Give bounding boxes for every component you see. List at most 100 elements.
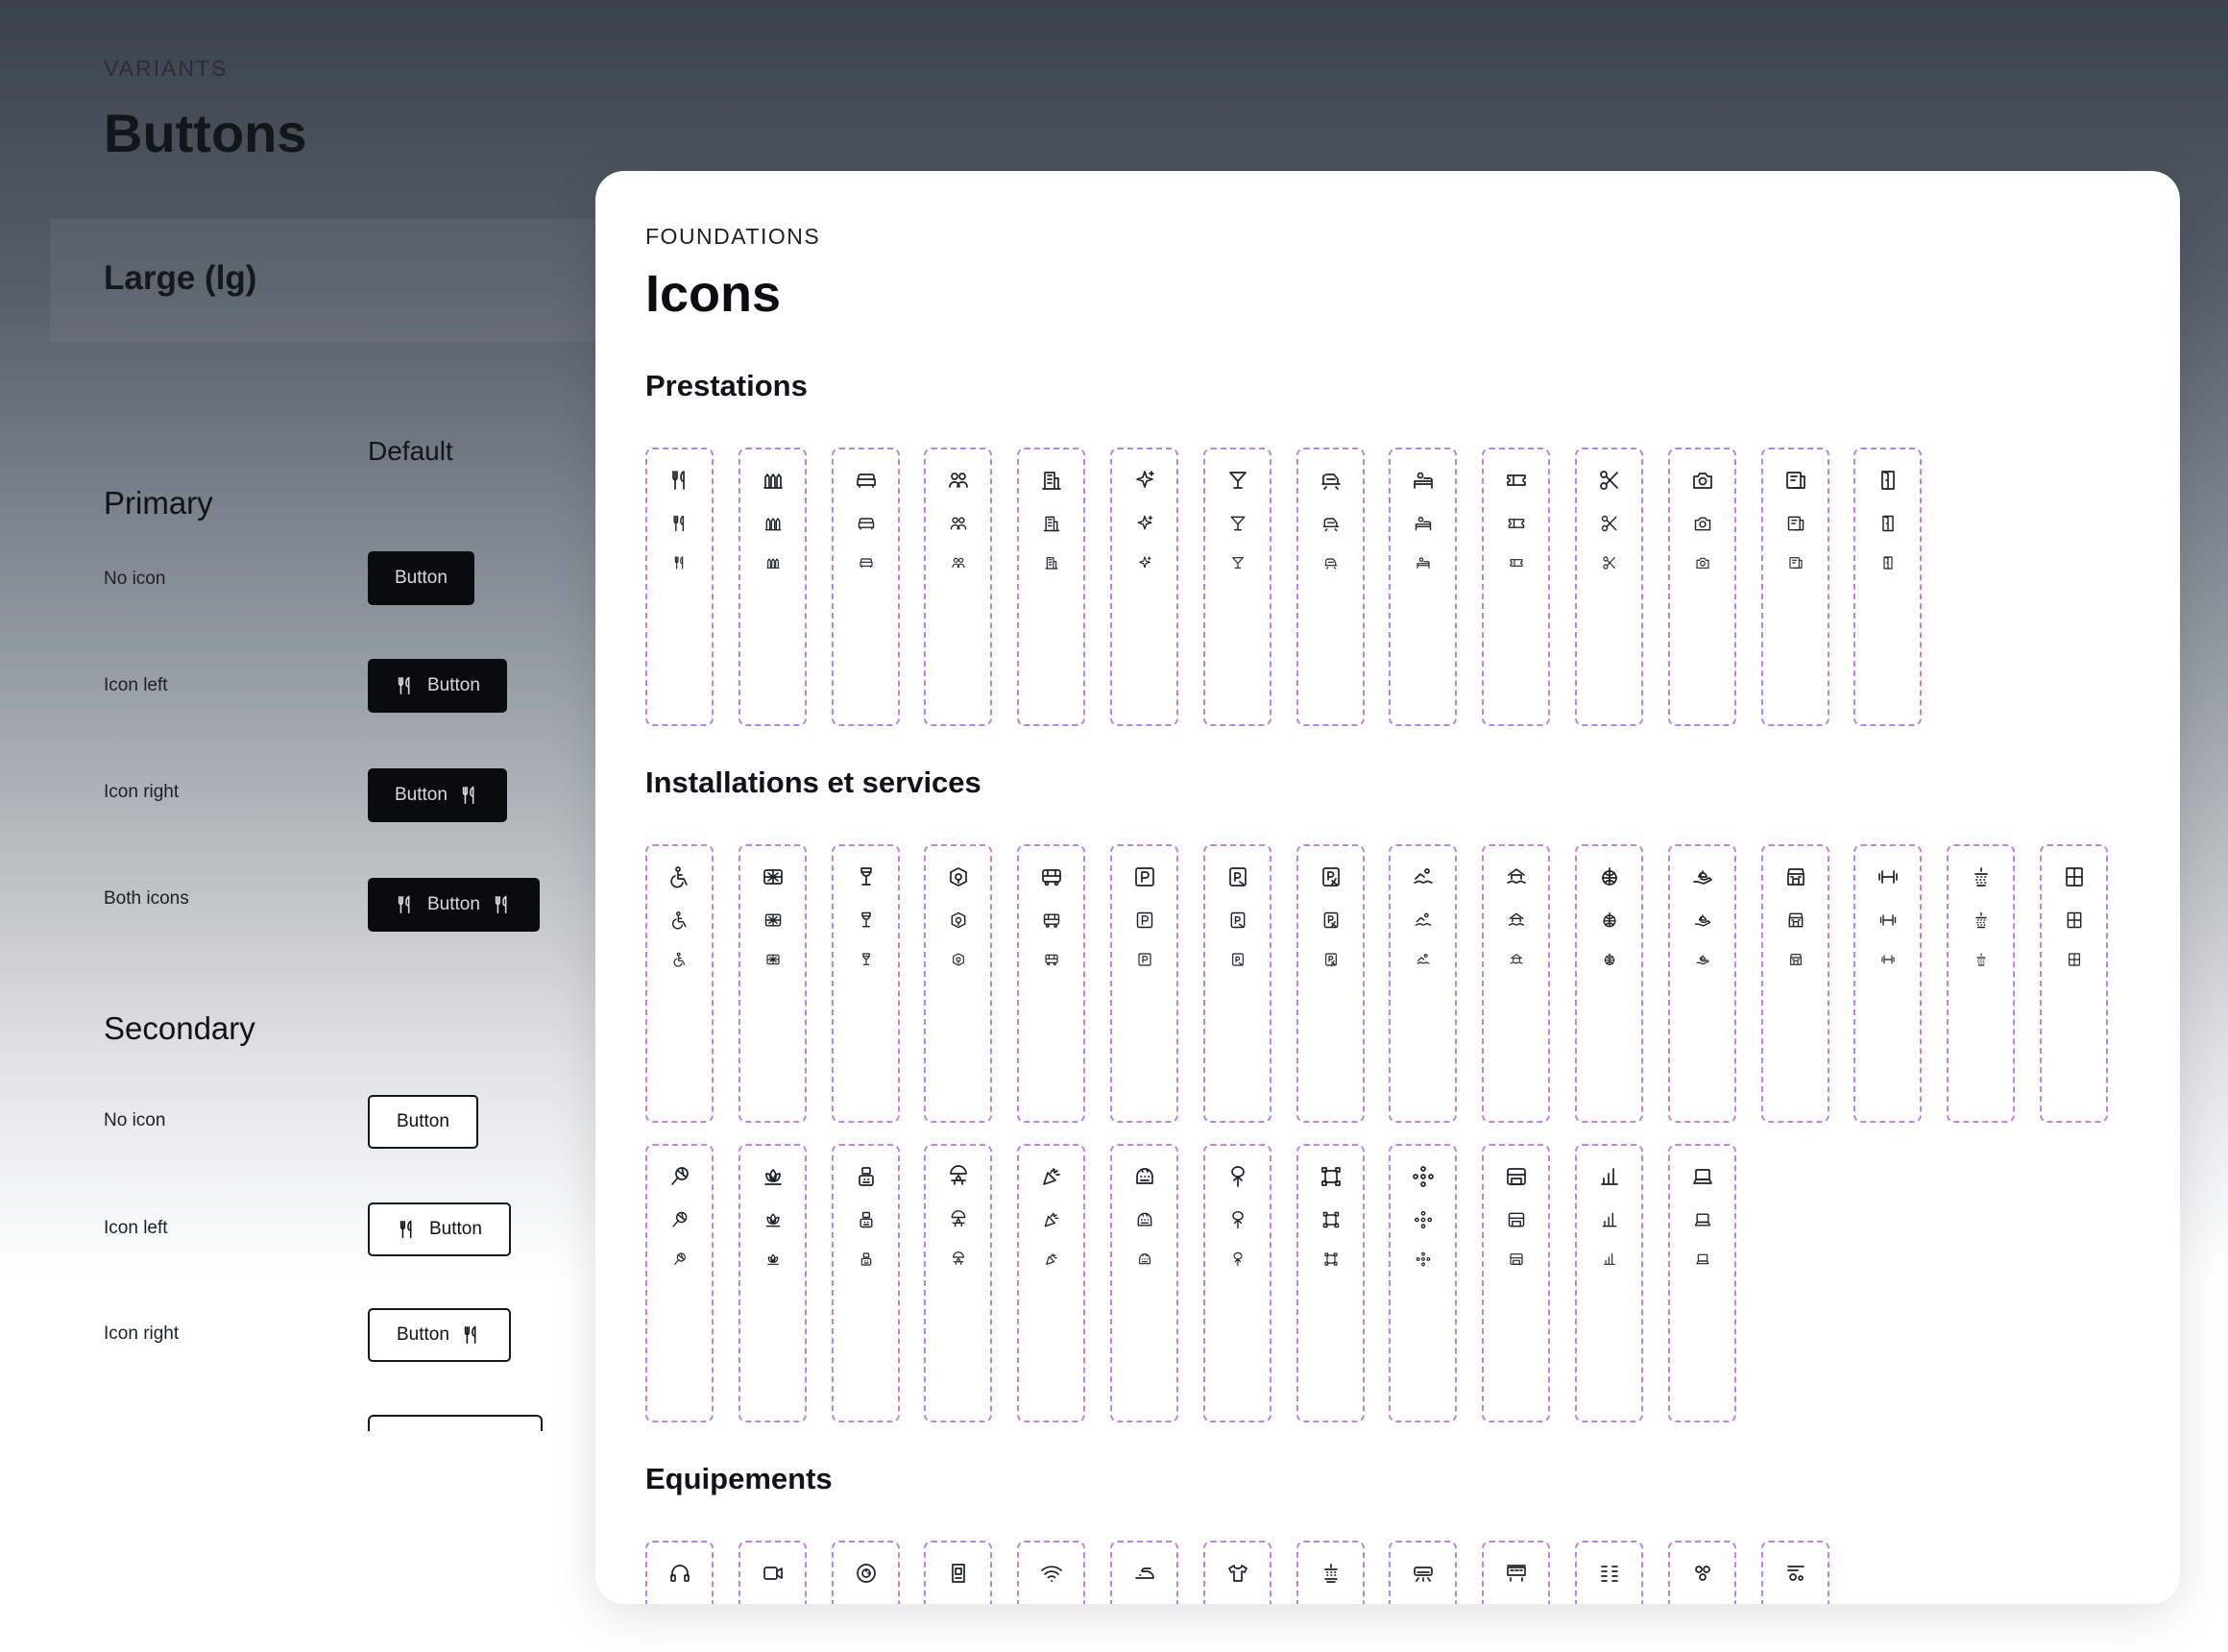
primary-both-icons-button[interactable]: Button xyxy=(368,878,540,932)
utensils-icon xyxy=(672,515,684,532)
icon-cell[interactable] xyxy=(832,1144,900,1422)
icon-cell[interactable] xyxy=(1389,1144,1457,1422)
icon-cell[interactable] xyxy=(2040,844,2108,1123)
pool-icon xyxy=(1508,912,1524,926)
icon-cell[interactable] xyxy=(1203,844,1271,1123)
pool-icon xyxy=(1509,954,1523,964)
icon-cell[interactable] xyxy=(1110,1144,1178,1422)
row-label: Icon right xyxy=(104,782,180,802)
cocktail-icon xyxy=(1228,472,1247,489)
icon-cell[interactable] xyxy=(1017,1541,1085,1604)
icon-cell[interactable] xyxy=(645,1541,714,1604)
icon-cell[interactable] xyxy=(1761,448,1829,726)
icon-cell[interactable] xyxy=(1575,1541,1643,1604)
icon-cell[interactable] xyxy=(1853,448,1922,726)
parking-alt-icon xyxy=(1324,953,1337,966)
icon-cell[interactable] xyxy=(1668,844,1736,1123)
icon-cell[interactable] xyxy=(1668,448,1736,726)
door-icon xyxy=(1882,556,1893,570)
icon-cell[interactable] xyxy=(1668,1144,1736,1422)
icon-cell[interactable] xyxy=(739,1144,807,1422)
icon-cell[interactable] xyxy=(739,448,807,726)
icon-cell[interactable] xyxy=(1203,1144,1271,1422)
frame-icon xyxy=(1323,1252,1338,1266)
parking-alt-icon xyxy=(1321,867,1340,887)
icon-cell[interactable] xyxy=(1203,448,1271,726)
icon-cell[interactable] xyxy=(1575,1144,1643,1422)
icon-cell[interactable] xyxy=(1203,1541,1271,1604)
icon-cell[interactable] xyxy=(1110,448,1178,726)
chart-icon xyxy=(1602,1212,1616,1227)
sauna-icon xyxy=(1135,1168,1153,1184)
icon-cell[interactable] xyxy=(1017,448,1085,726)
icon-cell[interactable] xyxy=(1017,1144,1085,1422)
sofa-icon xyxy=(856,474,876,488)
shower-icon xyxy=(1974,911,1987,929)
icon-cell[interactable] xyxy=(1389,448,1457,726)
icon-cell[interactable] xyxy=(1389,844,1457,1123)
shop-icon xyxy=(1786,868,1804,886)
icon-cell[interactable] xyxy=(739,844,807,1123)
icon-cell[interactable] xyxy=(1761,844,1829,1123)
icon-cell[interactable] xyxy=(1017,844,1085,1123)
frame-icon xyxy=(1322,1211,1339,1228)
section-title-installations: Installations et services xyxy=(645,765,981,799)
icon-cell[interactable] xyxy=(1482,844,1550,1123)
icon-cell[interactable] xyxy=(1110,1541,1178,1604)
icons-title: Icons xyxy=(645,265,782,323)
icon-cell[interactable] xyxy=(1761,1541,1829,1604)
icon-cell[interactable] xyxy=(645,1144,714,1422)
hotel-building-icon xyxy=(1043,516,1059,532)
icon-cell[interactable] xyxy=(1296,1541,1365,1604)
primary-icon-left-button[interactable]: Button xyxy=(368,659,507,713)
icon-cell[interactable] xyxy=(1947,844,2015,1123)
hotel-building-icon xyxy=(1041,472,1061,490)
utensils-icon xyxy=(400,1220,412,1239)
icon-cell[interactable] xyxy=(1110,844,1178,1123)
minibar-icon xyxy=(1506,1565,1526,1582)
secondary-icon-left-button[interactable]: Button xyxy=(368,1203,511,1256)
secondary-both-icons-button[interactable] xyxy=(368,1415,543,1431)
secondary-no-icon-button[interactable]: Button xyxy=(368,1095,478,1149)
icon-cell[interactable] xyxy=(1575,844,1643,1123)
icon-cell[interactable] xyxy=(1482,448,1550,726)
chart-icon xyxy=(1600,1168,1618,1185)
icon-cell[interactable] xyxy=(1482,1541,1550,1604)
scissors-icon xyxy=(1601,515,1616,532)
tennis-icon xyxy=(672,1211,687,1227)
icon-cell[interactable] xyxy=(924,1144,992,1422)
icon-cell[interactable] xyxy=(1296,844,1365,1123)
icon-cell[interactable] xyxy=(924,448,992,726)
icon-cell[interactable] xyxy=(1296,448,1365,726)
icon-cell[interactable] xyxy=(1575,448,1643,726)
icon-cell[interactable] xyxy=(1296,1144,1365,1422)
icon-cell[interactable] xyxy=(645,448,714,726)
icon-cell[interactable] xyxy=(832,844,900,1123)
train-icon xyxy=(1320,474,1341,490)
icon-cell[interactable] xyxy=(924,844,992,1123)
secondary-icon-right-button[interactable]: Button xyxy=(368,1308,511,1362)
hand-service-icon xyxy=(1694,914,1710,927)
hand-service-icon xyxy=(1692,870,1712,885)
group-icon xyxy=(948,473,968,488)
primary-icon-right-button[interactable]: Button xyxy=(368,768,507,822)
icon-cell[interactable] xyxy=(739,1541,807,1604)
icon-cell[interactable] xyxy=(1853,844,1922,1123)
icon-cell[interactable] xyxy=(924,1541,992,1604)
button-label: Button xyxy=(397,1111,449,1131)
chart-icon xyxy=(1603,1253,1615,1265)
atom-icon xyxy=(1416,1251,1430,1267)
primary-no-icon-button[interactable]: Button xyxy=(368,551,474,605)
icon-cell[interactable] xyxy=(832,448,900,726)
window-icon xyxy=(2065,867,2083,887)
icon-cell[interactable] xyxy=(1389,1541,1457,1604)
atom-icon xyxy=(1412,1166,1434,1187)
grid-icon xyxy=(1600,1566,1618,1582)
utensils-icon xyxy=(462,786,474,805)
icon-cell[interactable] xyxy=(645,844,714,1123)
garden-icon xyxy=(1231,1210,1244,1229)
icon-cell[interactable] xyxy=(1668,1541,1736,1604)
button-label: Button xyxy=(427,675,480,695)
icon-cell[interactable] xyxy=(832,1541,900,1604)
icon-cell[interactable] xyxy=(1482,1144,1550,1422)
